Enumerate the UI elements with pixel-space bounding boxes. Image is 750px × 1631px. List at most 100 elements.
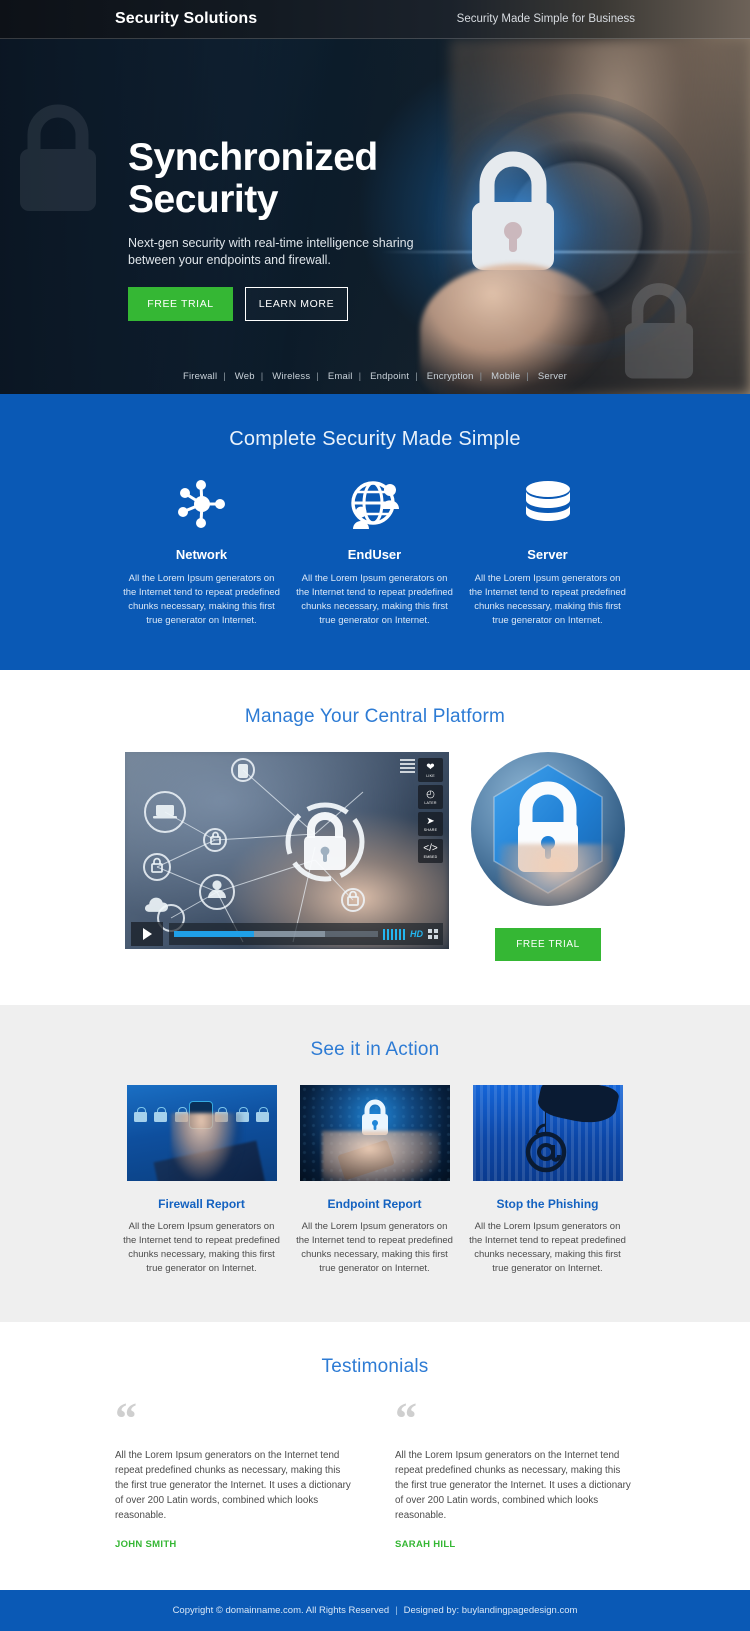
action-title: See it in Action [310, 1039, 440, 1060]
video-like-button[interactable]: ❤ LIKE [418, 758, 443, 782]
footer-designed-by[interactable]: Designed by: buylandingpagedesign.com [404, 1605, 578, 1616]
testimonials-row: “ All the Lorem Ipsum generators on the … [115, 1394, 635, 1551]
action-section: See it in Action Firewall Report All the… [0, 1005, 750, 1322]
share-icon: ➤ [426, 815, 435, 827]
action-card-text: All the Lorem Ipsum generators on the In… [296, 1221, 453, 1274]
features-section: Complete Security Made Simple Network Al… [0, 394, 750, 670]
video-share-button[interactable]: ➤ SHARE [418, 812, 443, 836]
quote-mark-icon: “ [115, 1394, 137, 1443]
video-later-button[interactable]: ◴ LATER [418, 785, 443, 809]
feature-text: All the Lorem Ipsum generators on the In… [123, 573, 280, 626]
video-play-button[interactable] [131, 922, 163, 946]
testimonial-text: All the Lorem Ipsum generators on the In… [115, 1450, 351, 1521]
heart-icon: ❤ [426, 761, 435, 773]
playlist-icon[interactable] [400, 759, 415, 775]
feature-text: All the Lorem Ipsum generators on the In… [469, 573, 626, 626]
hero-tag[interactable]: Mobile [491, 371, 520, 382]
hero-tag-list: Firewall | Web | Wireless | Email | Endpoint… [0, 371, 750, 382]
hero-tag[interactable]: Email [328, 371, 353, 382]
tag-separator: | [316, 371, 319, 382]
platform-section: Manage Your Central Platform ❤ LIKE ◴ LA… [0, 670, 750, 1005]
tag-separator: | [260, 371, 264, 382]
video-overlay-buttons: ❤ LIKE ◴ LATER ➤ SHARE </> EMBED [418, 758, 443, 863]
hero-title-line-1: Synchronized [128, 136, 378, 179]
action-card-firewall-report[interactable]: Firewall Report All the Lorem Ipsum gene… [115, 1085, 288, 1276]
testimonial-item: “ All the Lorem Ipsum generators on the … [115, 1394, 355, 1551]
video-quality-label[interactable]: HD [410, 929, 423, 939]
action-card-text: All the Lorem Ipsum generators on the In… [469, 1221, 626, 1274]
globe-users-icon [296, 477, 453, 533]
action-card-title: Stop the Phishing [496, 1197, 599, 1211]
site-footer: Copyright © domainname.com. All Rights R… [0, 1590, 750, 1631]
feature-card-network[interactable]: Network All the Lorem Ipsum generators o… [115, 477, 288, 628]
quote-mark-icon: “ [395, 1394, 417, 1443]
hero-learn-more-button[interactable]: LEARN MORE [245, 287, 348, 321]
footer-separator: | [395, 1605, 398, 1616]
phishing-hook-at-icon [525, 1123, 566, 1173]
feature-card-enduser[interactable]: EndUser All the Lorem Ipsum generators o… [288, 477, 461, 628]
video-progress-track[interactable] [174, 931, 378, 937]
hero-title: Synchronized Security [128, 137, 750, 221]
header-tagline: Security Made Simple for Business [456, 13, 635, 25]
phishing-hook-email-image [472, 1085, 623, 1181]
feature-card-server[interactable]: Server All the Lorem Ipsum generators on… [461, 477, 634, 628]
hero-tag[interactable]: Wireless [272, 371, 310, 382]
video-controls: HD [125, 919, 449, 949]
site-header: Security Solutions Security Made Simple … [0, 0, 750, 39]
header-inner: Security Solutions Security Made Simple … [115, 10, 635, 28]
testimonials-section: Testimonials “ All the Lorem Ipsum gener… [0, 1322, 750, 1590]
tag-separator: | [415, 371, 418, 382]
testimonial-text: All the Lorem Ipsum generators on the In… [395, 1450, 631, 1521]
action-card-text: All the Lorem Ipsum generators on the In… [123, 1221, 280, 1274]
hero-tag[interactable]: Encryption [427, 371, 474, 382]
mobile-endpoint-lock-image [299, 1085, 450, 1181]
database-server-icon [469, 477, 626, 533]
hero-tag[interactable]: Web [235, 371, 255, 382]
action-card-endpoint-report[interactable]: Endpoint Report All the Lorem Ipsum gene… [288, 1085, 461, 1276]
clock-icon: ◴ [426, 788, 435, 800]
hero-tag[interactable]: Server [538, 371, 567, 382]
platform-video-player[interactable]: ❤ LIKE ◴ LATER ➤ SHARE </> EMBED HD [125, 752, 449, 949]
feature-text: All the Lorem Ipsum generators on the In… [296, 573, 453, 626]
video-progress-bar-wrap[interactable]: HD [169, 923, 443, 945]
tag-separator: | [526, 371, 529, 382]
volume-equalizer-icon[interactable] [383, 928, 405, 940]
video-button-label: EMBED [423, 854, 438, 859]
testimonial-author: JOHN SMITH [115, 1539, 177, 1550]
action-card-title: Firewall Report [158, 1197, 245, 1211]
platform-row: ❤ LIKE ◴ LATER ➤ SHARE </> EMBED HD FREE… [125, 752, 625, 961]
firewall-touchscreen-locks-image [126, 1085, 277, 1181]
action-card-title: Endpoint Report [327, 1197, 422, 1211]
hero-cta-row: FREE TRIAL LEARN MORE [128, 287, 750, 321]
hero-title-line-2: Security [128, 178, 278, 221]
video-button-label: LIKE [426, 773, 435, 778]
footer-text: Copyright © domainname.com. All Rights R… [173, 1605, 578, 1616]
footer-copyright: Copyright © domainname.com. All Rights R… [172, 1605, 390, 1616]
tag-separator: | [479, 371, 483, 382]
platform-free-trial-button[interactable]: FREE TRIAL [495, 928, 601, 961]
tag-separator: | [358, 371, 362, 382]
feature-title: EndUser [347, 547, 402, 562]
hero-free-trial-button[interactable]: FREE TRIAL [128, 287, 233, 321]
testimonials-title: Testimonials [321, 1356, 429, 1377]
brand-logo[interactable]: Security Solutions [115, 10, 257, 28]
hero-section: Synchronized Security Next-gen security … [0, 39, 750, 394]
embed-code-icon: </> [423, 842, 438, 854]
security-badge-image [471, 752, 625, 906]
video-buffer-fill [253, 931, 325, 937]
testimonial-author: SARAH HILL [395, 1539, 456, 1550]
video-progress-fill [174, 931, 254, 937]
action-card-stop-phishing[interactable]: Stop the Phishing All the Lorem Ipsum ge… [461, 1085, 634, 1276]
features-row: Network All the Lorem Ipsum generators o… [115, 477, 635, 628]
video-embed-button[interactable]: </> EMBED [418, 839, 443, 863]
hero-subtitle: Next-gen security with real-time intelli… [128, 236, 414, 267]
hero-tag[interactable]: Endpoint [370, 371, 409, 382]
video-button-label: SHARE [423, 827, 438, 832]
fullscreen-icon[interactable] [428, 929, 438, 939]
network-nodes-icon [123, 477, 280, 533]
action-cards-row: Firewall Report All the Lorem Ipsum gene… [115, 1085, 635, 1276]
hero-tag[interactable]: Firewall [183, 371, 217, 382]
platform-side: FREE TRIAL [471, 752, 625, 961]
video-button-label: LATER [424, 800, 437, 805]
tag-separator: | [223, 371, 226, 382]
